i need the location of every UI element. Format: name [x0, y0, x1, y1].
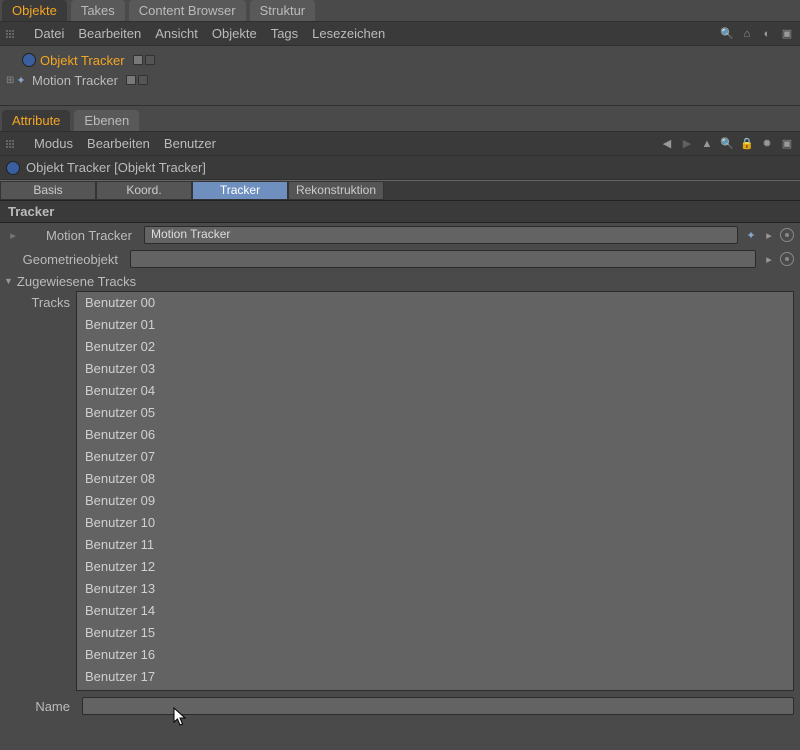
tracks-list[interactable]: Benutzer 00Benutzer 01Benutzer 02Benutze… — [76, 291, 794, 691]
subtab-tracker[interactable]: Tracker — [192, 181, 288, 200]
field-label: Geometrieobjekt — [6, 252, 124, 267]
search-icon[interactable]: 🔍 — [720, 27, 734, 41]
field-label: Name — [6, 699, 76, 714]
menu-bearbeiten[interactable]: Bearbeiten — [87, 136, 150, 151]
tab-attribute[interactable]: Attribute — [2, 110, 70, 131]
track-item[interactable]: Benutzer 10 — [77, 512, 793, 534]
track-item[interactable]: Benutzer 16 — [77, 644, 793, 666]
field-name: Name — [0, 691, 800, 721]
track-item[interactable]: Benutzer 03 — [77, 358, 793, 380]
menu-modus[interactable]: Modus — [34, 136, 73, 151]
attribute-tabbar: Attribute Ebenen — [0, 110, 800, 132]
menu-tags[interactable]: Tags — [271, 26, 298, 41]
picker-icon[interactable] — [780, 228, 794, 242]
lock-icon[interactable]: 🔒 — [740, 137, 754, 151]
assigned-tracks-label: Zugewiesene Tracks — [17, 274, 136, 289]
subtab-rekonstruktion[interactable]: Rekonstruktion — [288, 181, 384, 200]
menu-lesezeichen[interactable]: Lesezeichen — [312, 26, 385, 41]
visibility-toggle-icon[interactable] — [126, 75, 136, 85]
field-motion-tracker: ▸ Motion Tracker Motion Tracker ✦ ▸ — [0, 223, 800, 247]
render-toggle-icon[interactable] — [138, 75, 148, 85]
tree-row-motion-tracker[interactable]: ⊞ ✦ Motion Tracker — [6, 70, 794, 90]
attribute-menubar: Modus Bearbeiten Benutzer ◀ ▶ ▲ 🔍 🔒 ✹ ▣ — [0, 132, 800, 156]
tree-label: Objekt Tracker — [40, 53, 125, 68]
arrow-right-icon[interactable]: ▸ — [762, 252, 776, 266]
track-item[interactable]: Benutzer 04 — [77, 380, 793, 402]
tab-content-browser[interactable]: Content Browser — [129, 0, 246, 21]
eye-icon[interactable]: ◐ — [760, 27, 774, 41]
triangle-down-icon: ▼ — [4, 276, 13, 286]
maximize-icon[interactable]: ▣ — [780, 137, 794, 151]
menu-objekte[interactable]: Objekte — [212, 26, 257, 41]
forward-icon[interactable]: ▶ — [680, 137, 694, 151]
track-item[interactable]: Benutzer 08 — [77, 468, 793, 490]
sphere-icon — [6, 161, 20, 175]
grip-icon[interactable] — [6, 140, 16, 148]
track-item[interactable]: Benutzer 06 — [77, 424, 793, 446]
arrow-right-icon[interactable]: ▸ — [6, 228, 20, 242]
track-item[interactable]: Benutzer 09 — [77, 490, 793, 512]
new-icon[interactable]: ✹ — [760, 137, 774, 151]
track-item[interactable]: Benutzer 12 — [77, 556, 793, 578]
grip-icon[interactable] — [6, 30, 16, 38]
assigned-tracks-header[interactable]: ▼ Zugewiesene Tracks — [0, 271, 800, 291]
object-manager-tabbar: Objekte Takes Content Browser Struktur — [0, 0, 800, 22]
maximize-icon[interactable]: ▣ — [780, 27, 794, 41]
object-tree: Objekt Tracker ⊞ ✦ Motion Tracker — [0, 46, 800, 106]
search-icon[interactable]: 🔍 — [720, 137, 734, 151]
tab-takes[interactable]: Takes — [71, 0, 125, 21]
picker-icon[interactable] — [780, 252, 794, 266]
menu-benutzer[interactable]: Benutzer — [164, 136, 216, 151]
render-toggle-icon[interactable] — [145, 55, 155, 65]
menu-bearbeiten[interactable]: Bearbeiten — [78, 26, 141, 41]
visibility-toggle-icon[interactable] — [133, 55, 143, 65]
section-title-tracker: Tracker — [0, 200, 800, 223]
track-item[interactable]: Benutzer 15 — [77, 622, 793, 644]
attribute-object-header: Objekt Tracker [Objekt Tracker] — [0, 156, 800, 180]
sphere-icon — [22, 53, 36, 67]
link-icon[interactable]: ✦ — [744, 228, 758, 242]
tracks-container: Tracks Benutzer 00Benutzer 01Benutzer 02… — [0, 291, 800, 691]
track-item[interactable]: Benutzer 11 — [77, 534, 793, 556]
track-item[interactable]: Benutzer 00 — [77, 292, 793, 314]
subtab-basis[interactable]: Basis — [0, 181, 96, 200]
home-icon[interactable]: ⌂ — [740, 27, 754, 41]
tracks-label: Tracks — [0, 291, 76, 691]
tab-ebenen[interactable]: Ebenen — [74, 110, 139, 131]
track-item[interactable]: Benutzer 14 — [77, 600, 793, 622]
geometrie-input[interactable] — [130, 250, 756, 268]
tab-struktur[interactable]: Struktur — [250, 0, 316, 21]
subtab-koord[interactable]: Koord. — [96, 181, 192, 200]
menu-datei[interactable]: Datei — [34, 26, 64, 41]
motion-tracker-input[interactable]: Motion Tracker — [144, 226, 738, 244]
track-item[interactable]: Benutzer 05 — [77, 402, 793, 424]
up-icon[interactable]: ▲ — [700, 137, 714, 151]
track-item[interactable]: Benutzer 02 — [77, 336, 793, 358]
attribute-subtabs: Basis Koord. Tracker Rekonstruktion — [0, 180, 800, 200]
back-icon[interactable]: ◀ — [660, 137, 674, 151]
name-input[interactable] — [82, 697, 794, 715]
track-item[interactable]: Benutzer 01 — [77, 314, 793, 336]
tree-label: Motion Tracker — [32, 73, 118, 88]
tree-row-objekt-tracker[interactable]: Objekt Tracker — [6, 50, 794, 70]
motion-tracker-icon: ✦ — [14, 73, 28, 87]
track-item[interactable]: Benutzer 17 — [77, 666, 793, 688]
field-label: Motion Tracker — [26, 228, 138, 243]
object-title: Objekt Tracker [Objekt Tracker] — [26, 160, 206, 175]
track-item[interactable]: Benutzer 13 — [77, 578, 793, 600]
object-manager-menubar: Datei Bearbeiten Ansicht Objekte Tags Le… — [0, 22, 800, 46]
menu-ansicht[interactable]: Ansicht — [155, 26, 198, 41]
arrow-right-icon[interactable]: ▸ — [762, 228, 776, 242]
track-item[interactable]: Benutzer 18 — [77, 688, 793, 691]
tab-objekte[interactable]: Objekte — [2, 0, 67, 21]
field-geometrieobjekt: Geometrieobjekt ▸ — [0, 247, 800, 271]
track-item[interactable]: Benutzer 07 — [77, 446, 793, 468]
